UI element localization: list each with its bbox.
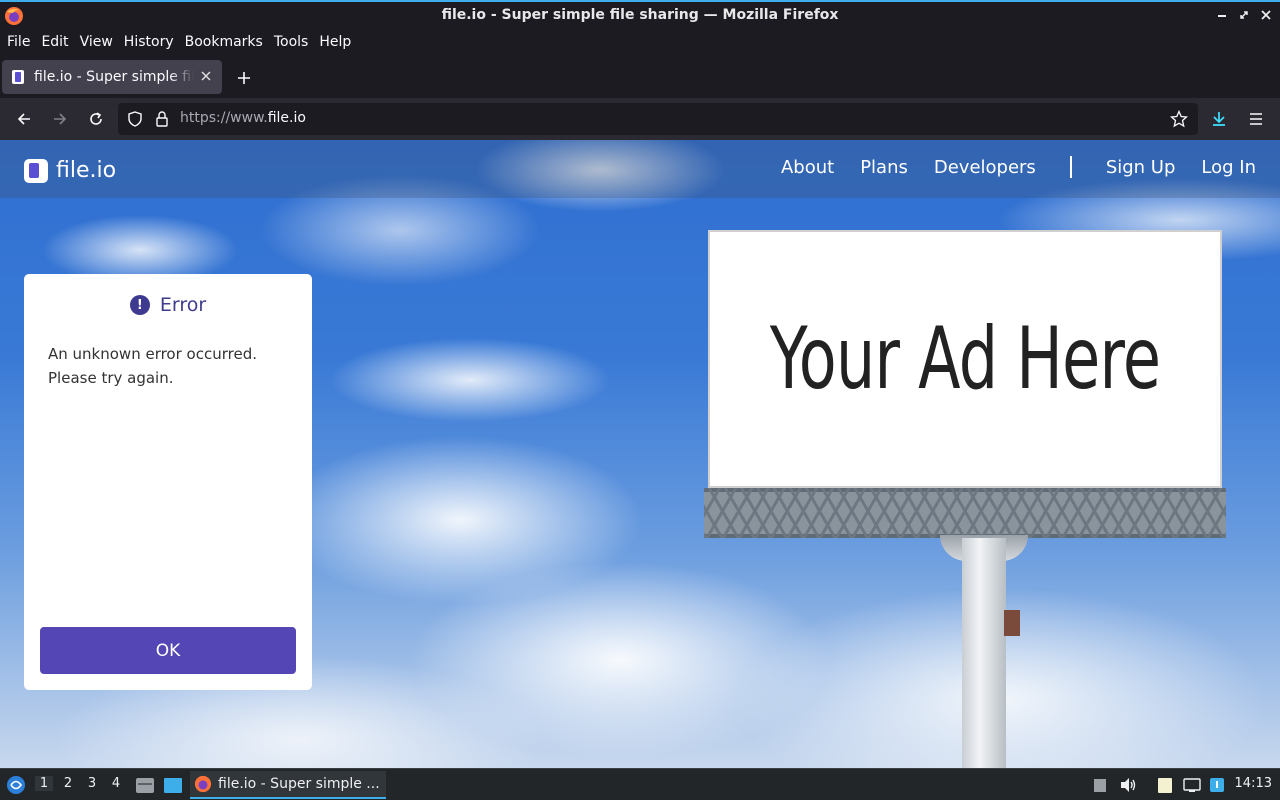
plus-icon — [238, 72, 250, 84]
shield-icon — [128, 111, 142, 127]
back-button[interactable] — [12, 107, 36, 131]
info-icon — [1210, 778, 1224, 792]
window-title: file.io - Super simple file sharing — Mo… — [441, 7, 839, 23]
clock[interactable]: 14:13 — [1235, 776, 1272, 791]
site-nav: About Plans Developers Sign Up Log In — [755, 156, 1256, 178]
network-icon — [1183, 778, 1201, 792]
url-prefix: https://www. — [180, 110, 268, 126]
taskbar-firefox-task[interactable]: file.io - Super simple ... — [190, 771, 386, 799]
logo-text: file.io — [56, 158, 117, 183]
menu-tools[interactable]: Tools — [274, 34, 309, 50]
fileio-favicon-icon — [12, 70, 24, 84]
taskbar: 1 2 3 4 file.io - Super simple ... 14:13 — [0, 768, 1280, 800]
url-domain: file.io — [267, 110, 306, 126]
ok-button[interactable]: OK — [40, 627, 296, 674]
launcher-icon — [7, 776, 25, 794]
app-menu-button[interactable] — [1244, 107, 1268, 131]
site-header: file.io About Plans Developers Sign Up L… — [0, 140, 1280, 198]
nav-signup[interactable]: Sign Up — [1106, 157, 1176, 178]
bookmark-star-button[interactable] — [1170, 110, 1188, 128]
restore-icon — [1240, 11, 1248, 19]
arrow-left-icon — [17, 113, 30, 125]
nav-about[interactable]: About — [781, 157, 834, 178]
minimize-button[interactable] — [1214, 6, 1230, 24]
maximize-button[interactable] — [1236, 6, 1252, 24]
close-icon — [1261, 10, 1271, 20]
star-icon — [1170, 110, 1188, 128]
application-launcher-button[interactable] — [4, 773, 28, 797]
site-info-button[interactable] — [153, 110, 171, 128]
desktop-1-button[interactable]: 1 — [35, 776, 53, 791]
downloads-button[interactable] — [1207, 107, 1231, 131]
tracking-protection-button[interactable] — [126, 110, 144, 128]
file-manager-icon[interactable] — [134, 775, 156, 795]
url-bar[interactable]: https://www.file.io — [118, 103, 1198, 135]
volume-icon — [1121, 778, 1136, 792]
error-icon: ! — [129, 295, 150, 315]
ad-text: Your Ad Here — [769, 309, 1161, 409]
download-icon — [1213, 112, 1225, 126]
billboard-ad[interactable]: Your Ad Here — [708, 230, 1222, 488]
nav-developers[interactable]: Developers — [934, 157, 1036, 178]
menu-view[interactable]: View — [80, 34, 113, 50]
menu-bookmarks[interactable]: Bookmarks — [185, 34, 263, 50]
tab-close-button[interactable] — [198, 68, 214, 84]
url-text: https://www.file.io — [180, 110, 306, 126]
tray-updates[interactable] — [1207, 775, 1227, 795]
notes-icon — [1158, 778, 1172, 793]
tray-clipboard[interactable] — [1155, 775, 1175, 795]
nav-login[interactable]: Log In — [1201, 157, 1256, 178]
menu-file[interactable]: File — [7, 34, 30, 50]
firefox-icon — [194, 775, 212, 793]
show-desktop-icon[interactable] — [162, 775, 184, 795]
close-window-button[interactable] — [1258, 6, 1274, 24]
dialog-message-line1: An unknown error occurred. — [48, 345, 257, 363]
web-page: file.io About Plans Developers Sign Up L… — [0, 140, 1280, 768]
navigation-toolbar: https://www.file.io — [0, 98, 1280, 140]
billboard-pole-box — [1004, 610, 1020, 636]
desktop-2-button[interactable]: 2 — [59, 776, 77, 791]
menu-bar: File Edit View History Bookmarks Tools H… — [0, 30, 1280, 54]
minimize-icon — [1218, 15, 1226, 17]
tab-title: file.io - Super simple file sharing — [34, 69, 194, 85]
window-titlebar: file.io - Super simple file sharing — Mo… — [0, 0, 1280, 30]
billboard-pole — [962, 538, 1006, 768]
menu-help[interactable]: Help — [319, 34, 351, 50]
tab-strip: file.io - Super simple file sharing — [0, 56, 1280, 98]
nav-plans[interactable]: Plans — [860, 157, 908, 178]
close-icon — [201, 71, 211, 81]
menu-history[interactable]: History — [124, 34, 174, 50]
desktop-4-button[interactable]: 4 — [107, 776, 125, 791]
dialog-message-line2: Please try again. — [48, 369, 174, 387]
reload-icon — [90, 112, 102, 125]
desktop-3-button[interactable]: 3 — [83, 776, 101, 791]
fileio-logo-icon — [24, 158, 48, 183]
tray-notes[interactable] — [1090, 775, 1110, 795]
menu-edit[interactable]: Edit — [41, 34, 68, 50]
arrow-right-icon — [54, 113, 67, 125]
nav-divider — [1069, 156, 1072, 178]
lock-icon — [156, 111, 168, 127]
dialog-header: ! Error — [24, 294, 312, 316]
reload-button[interactable] — [84, 107, 108, 131]
dialog-title: Error — [159, 294, 207, 316]
clipboard-icon — [1094, 779, 1106, 792]
tray-volume[interactable] — [1118, 775, 1138, 795]
dialog-message: An unknown error occurred. Please try ag… — [48, 342, 288, 390]
hamburger-menu-icon — [1250, 113, 1262, 125]
task-label: file.io - Super simple ... — [218, 776, 380, 792]
billboard-truss — [704, 488, 1226, 538]
tab-fileio[interactable]: file.io - Super simple file sharing — [2, 60, 222, 94]
tray-network[interactable] — [1182, 775, 1202, 795]
error-dialog: ! Error An unknown error occurred. Pleas… — [24, 274, 312, 690]
new-tab-button[interactable] — [232, 66, 256, 90]
forward-button[interactable] — [48, 107, 72, 131]
site-logo[interactable]: file.io — [24, 158, 116, 183]
